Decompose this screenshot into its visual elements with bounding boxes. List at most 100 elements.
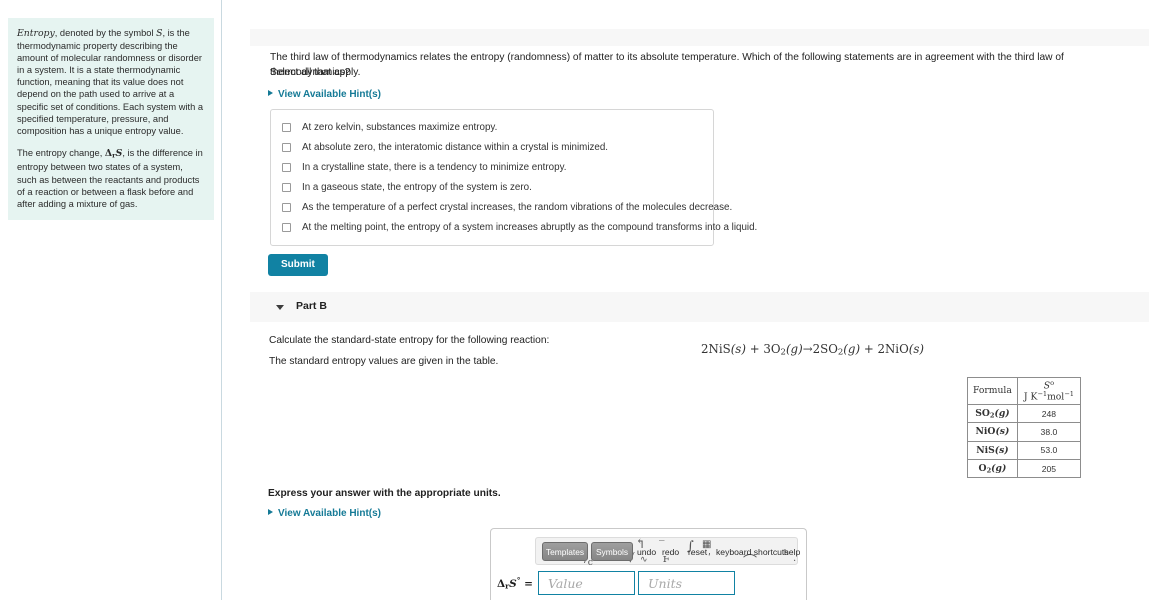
formula-text: NiS xyxy=(976,444,995,456)
row-formula-2: NiO(s) xyxy=(967,422,1018,442)
part-a-instruction: Select all that apply. xyxy=(270,67,361,78)
eq-arrow: → xyxy=(802,342,813,356)
view-hints-link-part-b[interactable]: View Available Hint(s) xyxy=(268,508,381,519)
value-input[interactable]: Value xyxy=(537,571,635,595)
checkbox-choice-5[interactable] xyxy=(282,203,291,212)
page-root: Entropy, denoted by the symbol S , is the… xyxy=(0,0,1149,600)
answer-s: S xyxy=(509,577,517,590)
triangle-right-icon xyxy=(268,90,273,96)
checkbox-choice-4[interactable] xyxy=(282,183,291,192)
table-row: NiO(s) 38.0 xyxy=(967,422,1082,442)
reset-button[interactable]: reset xyxy=(688,547,707,557)
formula-text: SO xyxy=(975,407,990,419)
undo-button[interactable]: undo xyxy=(637,547,656,557)
checkbox-choice-6[interactable] xyxy=(282,223,291,232)
header-units-j: J K xyxy=(1023,391,1038,403)
header-units-exp2: −1 xyxy=(1064,389,1074,398)
top-band xyxy=(250,29,1149,46)
submit-button[interactable]: Submit xyxy=(268,254,328,276)
math-glyph-prime-icon: ʹ xyxy=(708,553,711,564)
reaction-equation: 2NiS(s) + 3O2(g)→2SO2(g) + 2NiO(s) xyxy=(701,342,924,358)
choice-row[interactable]: At absolute zero, the interatomic distan… xyxy=(282,142,608,154)
eq-r1-formula: NiS xyxy=(708,342,731,356)
concept-hint-card: Entropy, denoted by the symbol S, is the… xyxy=(8,18,214,220)
row-formula-3: NiS(s) xyxy=(967,440,1018,460)
symbols-button[interactable]: Symbols xyxy=(591,542,633,561)
eq-r2-state: (g) xyxy=(785,342,803,356)
eq-p1-state: (g) xyxy=(843,342,861,356)
formula-state: (s) xyxy=(994,444,1009,456)
header-units-exp1: −1 xyxy=(1037,389,1048,398)
choice-row[interactable]: At zero kelvin, substances maximize entr… xyxy=(282,122,497,134)
formula-text: NiO xyxy=(975,426,996,438)
main-content: The third law of thermodynamics relates … xyxy=(223,0,1149,600)
eq-p2-state: (s) xyxy=(908,342,925,356)
concept-paragraph-2: The entropy change, ΔrS, is the differen… xyxy=(17,147,205,210)
row-value-1: 248 xyxy=(1016,403,1082,424)
eq-plus-2: + xyxy=(863,342,874,356)
header-s-degree: o xyxy=(1050,379,1055,387)
eq-p2-formula: NiO xyxy=(884,342,909,356)
row-value-2: 38.0 xyxy=(1016,422,1082,442)
row-value-3: 53.0 xyxy=(1016,440,1082,460)
eq-p1-coef: 2 xyxy=(812,342,821,356)
checkbox-choice-1[interactable] xyxy=(282,123,291,132)
help-button[interactable]: help xyxy=(784,547,800,557)
concept-p2-head: The entropy change, xyxy=(17,147,105,158)
part-a-question: The third law of thermodynamics relates … xyxy=(270,52,1064,78)
chevron-down-icon[interactable] xyxy=(276,305,284,310)
math-editor-toolbar: ∕c √ ↰ ‾ ⱶ ∫ ▦ ˙ ʹ ⌒ . ∿ Templates Symbo… xyxy=(535,537,800,570)
part-a-choice-panel: At zero kelvin, substances maximize entr… xyxy=(270,109,757,246)
choice-row[interactable]: At the melting point, the entropy of a s… xyxy=(282,222,757,234)
units-placeholder: Units xyxy=(647,575,683,591)
answer-variable-label: ΔrS° = xyxy=(497,576,533,590)
templates-button[interactable]: Templates xyxy=(542,542,588,561)
formula-text: O xyxy=(978,462,987,474)
delta-symbol: Δ xyxy=(104,147,113,159)
redo-button[interactable]: redo xyxy=(662,547,679,557)
choice-row[interactable]: As the temperature of a perfect crystal … xyxy=(282,202,732,214)
choice-label-5: As the temperature of a perfect crystal … xyxy=(302,202,733,213)
header-entropy-units: So J K−1mol−1 xyxy=(1016,377,1082,405)
part-b-line-2: The standard entropy values are given in… xyxy=(269,356,499,367)
choice-label-1: At zero kelvin, substances maximize entr… xyxy=(302,122,498,133)
keyboard-shortcuts-button[interactable]: keyboard shortcuts xyxy=(716,547,789,557)
units-input[interactable]: Units xyxy=(637,571,735,595)
choice-label-6: At the melting point, the entropy of a s… xyxy=(302,222,758,233)
sidebar: Entropy, denoted by the symbol S, is the… xyxy=(0,0,222,600)
eq-p2-coef: 2 xyxy=(877,342,885,356)
eq-r1-coef: 2 xyxy=(701,342,709,356)
table-row: O2(g) 205 xyxy=(967,458,1082,479)
choice-row[interactable]: In a crystalline state, there is a tende… xyxy=(282,162,566,174)
row-formula-1: SO2(g) xyxy=(967,403,1018,424)
concept-p1-rest: , denoted by the symbol xyxy=(54,28,157,38)
choice-label-4: In a gaseous state, the entropy of the s… xyxy=(302,182,532,193)
view-hints-label-a: View Available Hint(s) xyxy=(278,89,381,100)
concept-p1-tail: , is the thermodynamic property describi… xyxy=(17,28,204,136)
answer-delta: Δ xyxy=(497,577,506,590)
answer-degree: ° xyxy=(516,575,521,585)
eq-r1-state: (s) xyxy=(730,342,746,356)
express-answer-label: Express your answer with the appropriate… xyxy=(268,488,501,499)
formula-state: (g) xyxy=(991,462,1007,474)
part-b-header-band: Part B xyxy=(250,292,1149,322)
view-hints-link-part-a[interactable]: View Available Hint(s) xyxy=(268,89,381,100)
header-formula: Formula xyxy=(967,377,1018,405)
header-units-mol: mol xyxy=(1047,391,1065,403)
view-hints-label-b: View Available Hint(s) xyxy=(278,508,381,519)
triangle-right-icon xyxy=(268,509,273,515)
row-value-4: 205 xyxy=(1016,458,1082,479)
choice-row[interactable]: In a gaseous state, the entropy of the s… xyxy=(282,182,532,194)
checkbox-choice-2[interactable] xyxy=(282,143,291,152)
choice-label-2: At absolute zero, the interatomic distan… xyxy=(302,142,609,153)
choice-label-3: In a crystalline state, there is a tende… xyxy=(302,162,567,173)
table-header-row: Formula So J K−1mol−1 xyxy=(967,377,1082,405)
entropy-term: Entropy xyxy=(17,28,55,39)
answer-row: ΔrS° = Value Units xyxy=(497,571,735,595)
eq-r2-coef: 3 xyxy=(763,342,771,356)
checkbox-choice-3[interactable] xyxy=(282,163,291,172)
answer-equals: = xyxy=(524,577,533,590)
table-row: SO2(g) 248 xyxy=(967,403,1082,424)
formula-state: (s) xyxy=(995,426,1010,438)
value-placeholder: Value xyxy=(547,575,583,591)
